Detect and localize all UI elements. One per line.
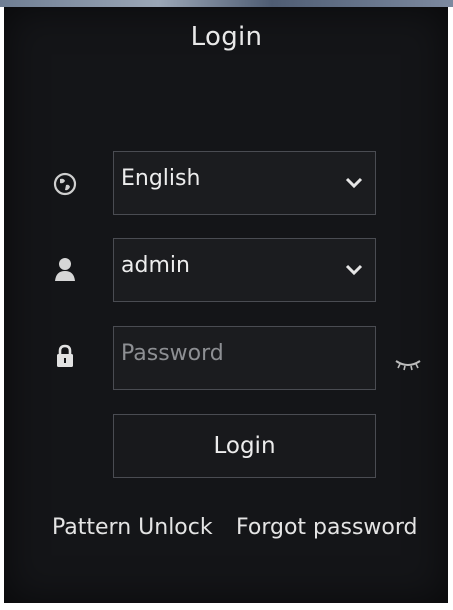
top-strip xyxy=(0,0,453,7)
password-placeholder: Password xyxy=(121,341,224,366)
globe-icon xyxy=(53,172,77,196)
chevron-down-icon xyxy=(345,177,363,189)
language-select[interactable]: English xyxy=(113,151,376,215)
login-panel xyxy=(4,7,448,603)
password-input[interactable]: Password xyxy=(113,326,376,390)
forgot-password-link[interactable]: Forgot password xyxy=(236,515,417,540)
chevron-down-icon xyxy=(345,264,363,276)
eye-icon[interactable] xyxy=(394,357,422,371)
pattern-unlock-link[interactable]: Pattern Unlock xyxy=(52,515,213,540)
login-button[interactable]: Login xyxy=(113,414,376,478)
username-value: admin xyxy=(121,253,190,278)
username-select[interactable]: admin xyxy=(113,238,376,302)
language-value: English xyxy=(121,166,201,191)
dialog-title: Login xyxy=(190,22,263,52)
lock-icon xyxy=(57,344,73,367)
user-icon xyxy=(55,258,75,281)
screen-frame: Login English admin Password Login Patte… xyxy=(0,0,453,610)
